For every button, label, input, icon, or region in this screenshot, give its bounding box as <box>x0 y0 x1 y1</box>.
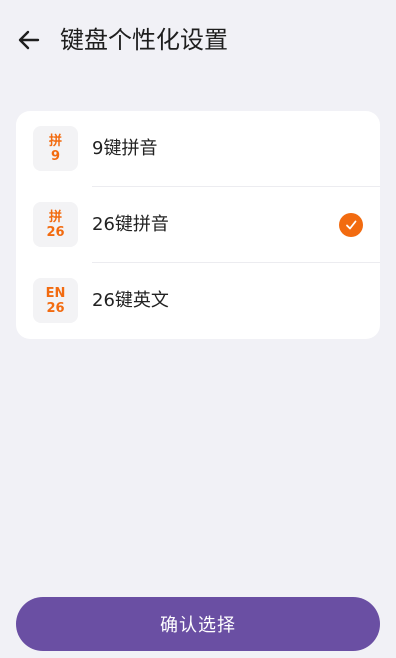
badge-bottom-text: 9 <box>50 148 61 164</box>
option-26key-english[interactable]: EN 26 26键英文 <box>16 263 380 339</box>
selected-check-icon <box>339 213 363 237</box>
keyboard-badge: 拼 26 <box>33 202 78 247</box>
option-26key-pinyin[interactable]: 拼 26 26键拼音 <box>16 187 380 263</box>
option-label: 9键拼音 <box>92 138 158 159</box>
header: 键盘个性化设置 <box>0 0 396 80</box>
badge-top-text: 拼 <box>48 209 62 225</box>
keyboard-badge: 拼 9 <box>33 126 78 171</box>
option-label: 26键英文 <box>92 290 169 311</box>
page-title: 键盘个性化设置 <box>60 26 228 54</box>
badge-top-text: EN <box>45 285 66 301</box>
arrow-left-icon <box>18 30 40 50</box>
badge-top-text: 拼 <box>48 133 62 149</box>
keyboard-options-card: 拼 9 9键拼音 拼 26 26键拼音 EN 26 26键英文 <box>16 111 380 339</box>
confirm-button[interactable]: 确认选择 <box>16 597 380 651</box>
option-label: 26键拼音 <box>92 214 169 235</box>
option-9key-pinyin[interactable]: 拼 9 9键拼音 <box>16 111 380 187</box>
back-button[interactable] <box>14 25 44 55</box>
badge-bottom-text: 26 <box>46 224 65 240</box>
keyboard-badge: EN 26 <box>33 278 78 323</box>
badge-bottom-text: 26 <box>46 300 65 316</box>
